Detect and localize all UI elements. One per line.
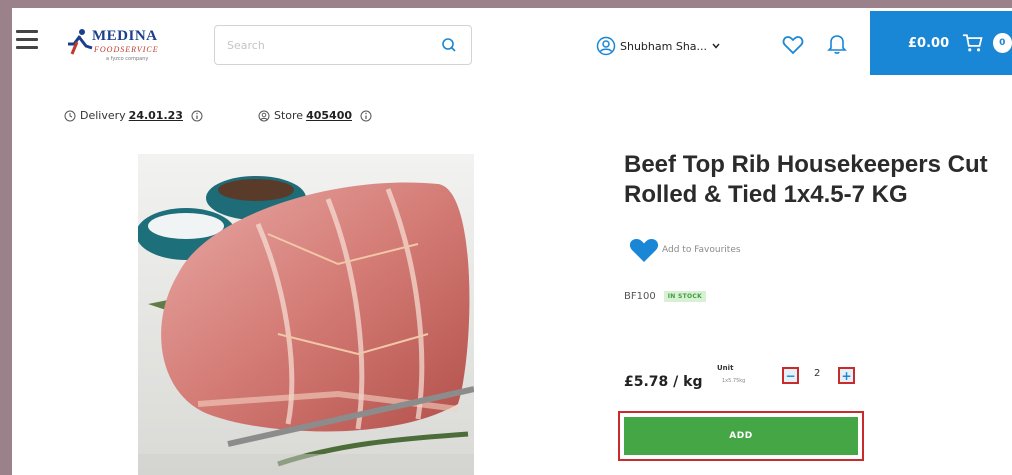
heart-icon (629, 239, 659, 262)
logo-name: MEDINA (92, 28, 158, 44)
cart-button[interactable]: £0.00 0 (870, 11, 1012, 75)
delivery-label: Delivery (80, 109, 126, 122)
store-number[interactable]: 405400 (306, 109, 352, 122)
favourites-label: Add to Favourites (662, 245, 741, 255)
stock-badge: IN STOCK (663, 291, 707, 302)
product-image (138, 154, 474, 475)
header: MEDINA FOODSERVICE a fyzco company Shubh… (12, 8, 1012, 75)
quantity-plus-button[interactable]: + (838, 367, 855, 384)
chevron-down-icon (712, 43, 720, 49)
info-icon[interactable] (360, 110, 372, 122)
cart-count-badge: 0 (992, 33, 1012, 53)
favourites-heart-icon[interactable] (782, 35, 804, 55)
store-icon (258, 110, 270, 121)
user-icon (596, 36, 616, 56)
unit-value: 1x5.75kg (722, 378, 746, 384)
logo-tagline: a fyzco company (106, 56, 149, 62)
add-to-favourites[interactable]: Add to Favourites (629, 237, 741, 263)
user-name: Shubham Sha... (620, 39, 708, 53)
add-to-cart-button[interactable]: ADD (624, 417, 858, 455)
cart-icon (963, 34, 983, 52)
runner-icon (68, 29, 93, 55)
page: MEDINA FOODSERVICE a fyzco company Shubh… (12, 8, 1012, 475)
quantity-minus-button[interactable]: − (782, 367, 799, 384)
cart-total: £0.00 (908, 35, 950, 51)
product-title-line-2: Rolled & Tied 1x4.5-7 KG (624, 181, 908, 208)
unit-label: Unit (717, 364, 734, 372)
search-box (214, 25, 472, 65)
price: £5.78 / kg (624, 374, 703, 390)
store-info: Store 405400 (258, 109, 372, 122)
store-label: Store (274, 109, 304, 122)
bell-icon[interactable] (827, 33, 847, 55)
logo[interactable]: MEDINA FOODSERVICE a fyzco company (64, 26, 174, 64)
delivery-date[interactable]: 24.01.23 (129, 109, 183, 122)
product-title: Beef Top Rib Housekeepers Cut Rolled & T… (624, 150, 1012, 210)
user-menu[interactable]: Shubham Sha... (596, 36, 721, 56)
sku-row: BF100 IN STOCK (624, 291, 707, 302)
menu-icon[interactable] (16, 30, 38, 49)
sku-code: BF100 (624, 291, 656, 302)
delivery-info: Delivery 24.01.23 (64, 109, 203, 122)
clock-icon (64, 110, 76, 121)
quantity-value[interactable]: 2 (814, 368, 820, 379)
search-icon[interactable] (441, 37, 457, 53)
logo-subtitle: FOODSERVICE (94, 45, 159, 54)
search-input[interactable] (225, 37, 441, 53)
info-icon[interactable] (191, 110, 203, 122)
product-title-line-1: Beef Top Rib Housekeepers Cut (624, 151, 988, 178)
